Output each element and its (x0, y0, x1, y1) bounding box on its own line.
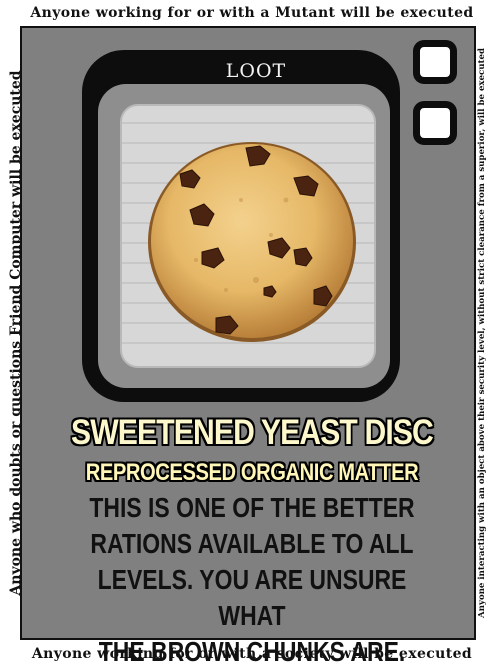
card-title: SWEETENED YEAST DISC (71, 413, 434, 452)
checkbox-1[interactable] (416, 43, 454, 81)
description-line: THIS IS ONE OF THE BETTER (89, 492, 415, 523)
description-line: THE BROWN CHUNKS ARE. (98, 636, 406, 667)
cookie-icon (148, 142, 356, 342)
card-description: THIS IS ONE OF THE BETTER RATIONS AVAILA… (77, 490, 428, 670)
category-label: LOOT (225, 60, 287, 82)
loot-card: Anyone working for or with a Mutant will… (0, 0, 504, 667)
card-subtitle: REPROCESSED ORGANIC MATTER (85, 459, 419, 486)
description-line: LEVELS. YOU ARE UNSURE WHAT (97, 564, 407, 631)
border-text-top: Anyone working for or with a Mutant will… (30, 5, 474, 21)
checkbox-2[interactable] (416, 104, 454, 142)
description-line: RATIONS AVAILABLE TO ALL (90, 528, 414, 559)
